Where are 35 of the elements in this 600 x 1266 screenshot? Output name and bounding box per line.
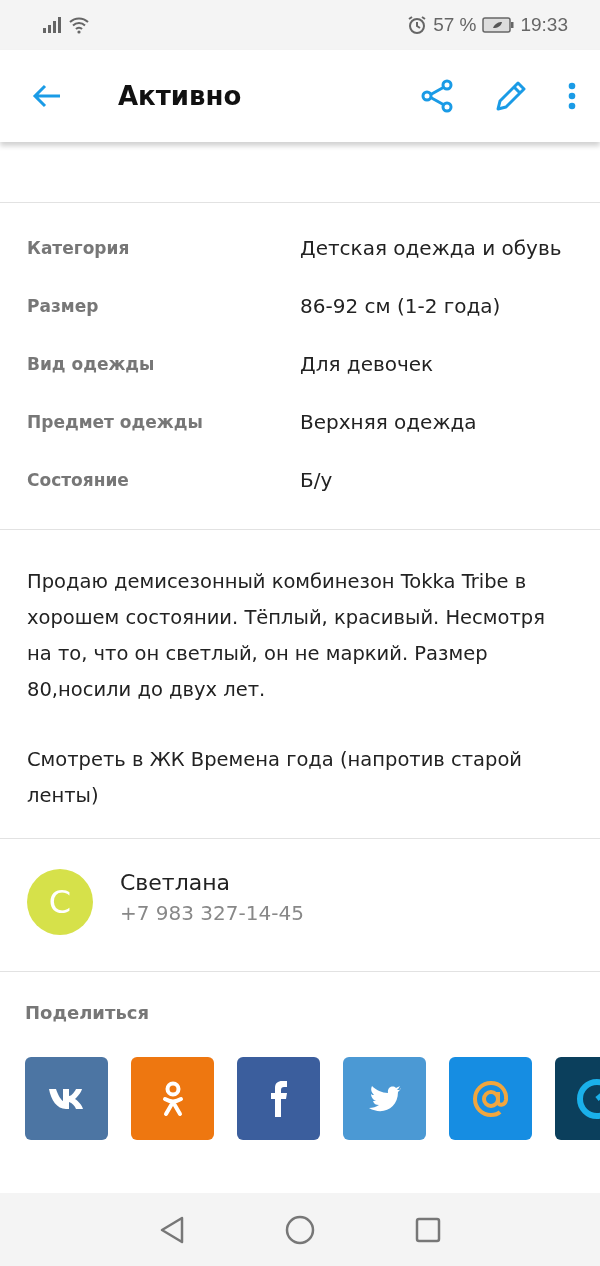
alarm-icon [407, 15, 428, 35]
social-share-button[interactable] [343, 1057, 426, 1140]
ok-logo-icon [161, 1080, 184, 1117]
phone-number: +7 983 327-14-45 [120, 900, 304, 925]
seller-name: Светлана [120, 869, 232, 895]
wifi-icon [68, 16, 90, 34]
detail-label: Состояние [27, 470, 130, 490]
detail-label: Вид одежды [27, 354, 156, 374]
detail-value: Детская одежда и обувь [300, 236, 562, 260]
signal-icon [42, 17, 64, 33]
vk-logo-icon [47, 1086, 86, 1111]
detail-value: Верхняя одежда [300, 410, 477, 434]
description-paragraph: Смотреть в ЖК Времена года (напротив старой ленты) [27, 747, 524, 809]
detail-value: Для девочек [300, 352, 434, 376]
battery-percent: 57 % [433, 14, 477, 36]
home-nav-icon[interactable] [285, 1214, 315, 1245]
back-nav-icon[interactable] [159, 1215, 185, 1244]
social-share-button[interactable] [25, 1057, 108, 1140]
social-share-button[interactable] [237, 1057, 320, 1140]
description-paragraph: Продаю демисезонный комбинезон Tokka Tribe в хорошем состоянии. Тёплый, красивый. Несмотря на то, что он светлый, он не маркий. Размер 80,носили до двух лет. [27, 569, 546, 703]
avatar: С [27, 869, 93, 935]
detail-label: Размер [27, 296, 100, 316]
recents-nav-icon[interactable] [415, 1216, 441, 1243]
page-title: Активно [118, 81, 243, 111]
detail-label: Категория [27, 238, 131, 258]
facebook-logo-icon [269, 1080, 288, 1117]
bird-icon [367, 1084, 402, 1113]
detail-value: Б/у [300, 468, 333, 492]
share-heading: Поделиться [25, 1002, 150, 1023]
clock-time: 19:33 [520, 14, 568, 36]
social-share-button[interactable] [131, 1057, 214, 1140]
detail-value: 86-92 см (1-2 года) [300, 294, 501, 318]
battery-icon [482, 17, 515, 33]
at-sign-icon [471, 1079, 510, 1118]
detail-label: Предмет одежды [27, 412, 204, 432]
